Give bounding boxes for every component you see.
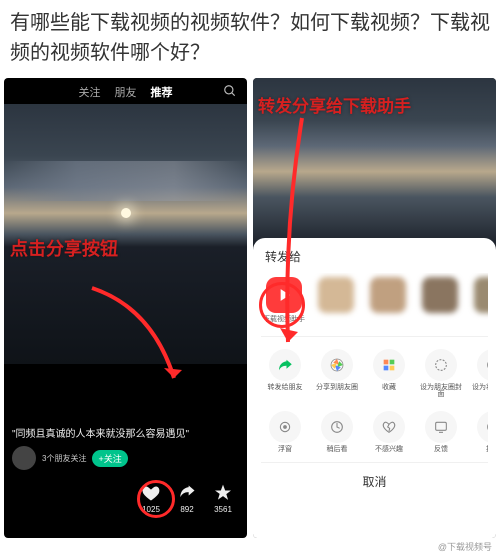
favorite-button[interactable]: 3561: [213, 483, 233, 514]
collect-icon: [373, 349, 405, 381]
share-actions-row-2: 浮窗 稍后看 不感兴趣 反馈 投诉: [261, 407, 488, 462]
forward-friend[interactable]: 转发给朋友: [263, 349, 307, 399]
annotation-text-right: 转发分享给下载助手: [258, 92, 498, 117]
forward-icon: [269, 349, 301, 381]
follower-count: 3个朋友关注: [42, 453, 86, 464]
report-icon: [477, 411, 488, 443]
moments-icon: [321, 349, 353, 381]
set-status-cover[interactable]: 设为状态封面: [471, 349, 488, 399]
annotation-text-left: 点击分享按钮: [10, 235, 118, 261]
share-button[interactable]: 892: [177, 483, 197, 514]
feedback[interactable]: 反馈: [419, 411, 463, 454]
share-target-contact-4[interactable]: [471, 277, 488, 324]
share-targets-row: 下载视频助手: [261, 273, 488, 334]
share-moments[interactable]: 分享到朋友圈: [315, 349, 359, 399]
not-interested[interactable]: 不感兴趣: [367, 411, 411, 454]
tab-follow[interactable]: 关注: [79, 84, 101, 100]
follow-button[interactable]: +关注: [92, 450, 127, 467]
float-icon: [269, 411, 301, 443]
feedback-icon: [425, 411, 457, 443]
share-target-contact-1[interactable]: [315, 277, 357, 324]
collect[interactable]: 收藏: [367, 349, 411, 399]
watch-later[interactable]: 稍后看: [315, 411, 359, 454]
cover-icon: [425, 349, 457, 381]
like-button[interactable]: 1025: [141, 483, 161, 514]
report[interactable]: 投诉: [471, 411, 488, 454]
video-caption: "同频且真诚的人本来就没那么容易遇见": [12, 425, 239, 440]
top-tabs: 关注 朋友 推荐: [4, 78, 247, 104]
video-content[interactable]: [4, 104, 247, 364]
attribution-watermark: @下载视频号: [438, 540, 492, 553]
status-icon: [477, 349, 488, 381]
sheet-title: 转发给: [261, 248, 488, 265]
heart-broken-icon: [373, 411, 405, 443]
share-target-contact-3[interactable]: [419, 277, 461, 324]
float-window[interactable]: 浮窗: [263, 411, 307, 454]
cancel-button[interactable]: 取消: [261, 462, 488, 500]
share-target-contact-2[interactable]: [367, 277, 409, 324]
share-actions-row-1: 转发给朋友 分享到朋友圈 收藏 设为朋友圈封面 设为状态封面: [261, 345, 488, 407]
search-icon[interactable]: [223, 84, 237, 98]
left-phone-screenshot: 关注 朋友 推荐 "同频且真诚的人本来就没那么容易遇见" 3个朋友关注 +关注: [4, 78, 247, 538]
article-title: 有哪些能下载视频的视频软件？如何下载视频？下载视频的视频软件哪个好？: [0, 0, 500, 78]
later-icon: [321, 411, 353, 443]
share-sheet: 转发给 下载视频助手 转发给朋友: [253, 238, 496, 538]
avatar[interactable]: [12, 446, 36, 470]
tab-recommend[interactable]: 推荐: [151, 84, 173, 100]
set-moments-cover[interactable]: 设为朋友圈封面: [419, 349, 463, 399]
share-target-app[interactable]: 下载视频助手: [263, 277, 305, 324]
right-phone-screenshot: 转发给 下载视频助手 转发给朋友: [253, 78, 496, 538]
tab-friends[interactable]: 朋友: [115, 84, 137, 100]
